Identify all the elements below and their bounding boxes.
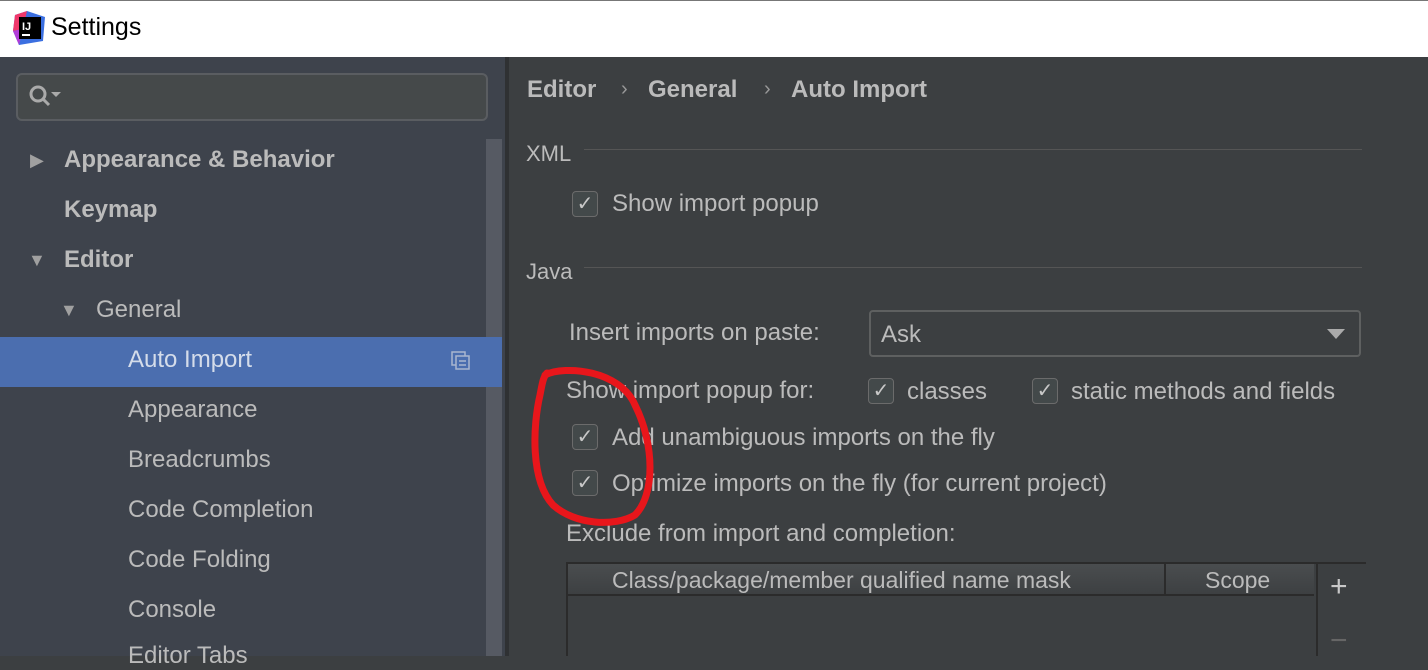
project-settings-icon bbox=[451, 351, 470, 370]
table-header: Class/package/member qualified name mask… bbox=[568, 564, 1314, 596]
column-divider bbox=[1164, 564, 1166, 594]
sidebar-item-appearance[interactable]: Appearance bbox=[128, 396, 257, 424]
table-toolbar: + − bbox=[1316, 564, 1366, 658]
xml-group-title: XML bbox=[526, 141, 572, 166]
sidebar-item-editor[interactable]: Editor bbox=[64, 246, 133, 274]
title-bar bbox=[0, 0, 1428, 57]
sidebar-item-code-folding[interactable]: Code Folding bbox=[128, 546, 271, 574]
sidebar-scrollbar[interactable] bbox=[486, 139, 502, 656]
insert-imports-label: Insert imports on paste: bbox=[569, 319, 820, 346]
red-circle-annotation bbox=[531, 366, 654, 526]
breadcrumb-general[interactable]: General bbox=[648, 76, 737, 104]
sidebar-item-keymap[interactable]: Keymap bbox=[64, 196, 157, 224]
intellij-logo-icon: IJ bbox=[13, 11, 45, 45]
classes-checkbox[interactable]: ✓ bbox=[868, 378, 894, 404]
java-group-title: Java bbox=[526, 259, 573, 284]
static-methods-label[interactable]: static methods and fields bbox=[1071, 378, 1335, 406]
add-unambiguous-label[interactable]: Add unambiguous imports on the fly bbox=[612, 424, 995, 452]
column-header-scope[interactable]: Scope bbox=[1205, 567, 1270, 594]
sidebar-item-breadcrumbs[interactable]: Breadcrumbs bbox=[128, 446, 271, 474]
sidebar-item-editor-tabs[interactable]: Editor Tabs bbox=[128, 642, 248, 670]
divider bbox=[584, 149, 1362, 150]
show-import-popup-checkbox[interactable]: ✓ bbox=[572, 191, 598, 217]
chevron-right-icon: › bbox=[621, 78, 628, 100]
window-title: Settings bbox=[51, 13, 142, 41]
add-icon[interactable]: + bbox=[1330, 570, 1348, 604]
insert-imports-dropdown[interactable]: Ask bbox=[869, 310, 1361, 357]
chevron-right-icon: › bbox=[764, 78, 771, 100]
sidebar-item-appearance-behavior[interactable]: Appearance & Behavior bbox=[64, 146, 335, 174]
sidebar-item-auto-import[interactable]: Auto Import bbox=[128, 346, 252, 374]
collapse-arrow-icon[interactable]: ▼ bbox=[28, 250, 46, 271]
collapse-arrow-icon[interactable]: ▼ bbox=[60, 300, 78, 321]
chevron-down-icon bbox=[1327, 329, 1345, 339]
remove-icon[interactable]: − bbox=[1330, 624, 1348, 658]
breadcrumb-editor[interactable]: Editor bbox=[527, 76, 596, 104]
splitter[interactable] bbox=[505, 57, 509, 656]
static-methods-checkbox[interactable]: ✓ bbox=[1032, 378, 1058, 404]
breadcrumb-auto-import: Auto Import bbox=[791, 76, 927, 103]
settings-search-input[interactable] bbox=[16, 73, 488, 121]
search-icon bbox=[29, 85, 61, 107]
show-import-popup-label[interactable]: Show import popup bbox=[612, 190, 819, 218]
sidebar-item-general[interactable]: General bbox=[96, 296, 181, 324]
expand-arrow-icon[interactable]: ▶ bbox=[30, 150, 44, 171]
column-header-mask[interactable]: Class/package/member qualified name mask bbox=[612, 567, 1071, 594]
svg-text:IJ: IJ bbox=[22, 21, 31, 33]
optimize-imports-label[interactable]: Optimize imports on the fly (for current… bbox=[612, 470, 1107, 498]
classes-label[interactable]: classes bbox=[907, 378, 987, 406]
dropdown-value: Ask bbox=[881, 321, 922, 348]
sidebar-item-console[interactable]: Console bbox=[128, 596, 216, 624]
sidebar-item-code-completion[interactable]: Code Completion bbox=[128, 496, 313, 524]
divider bbox=[584, 267, 1362, 268]
